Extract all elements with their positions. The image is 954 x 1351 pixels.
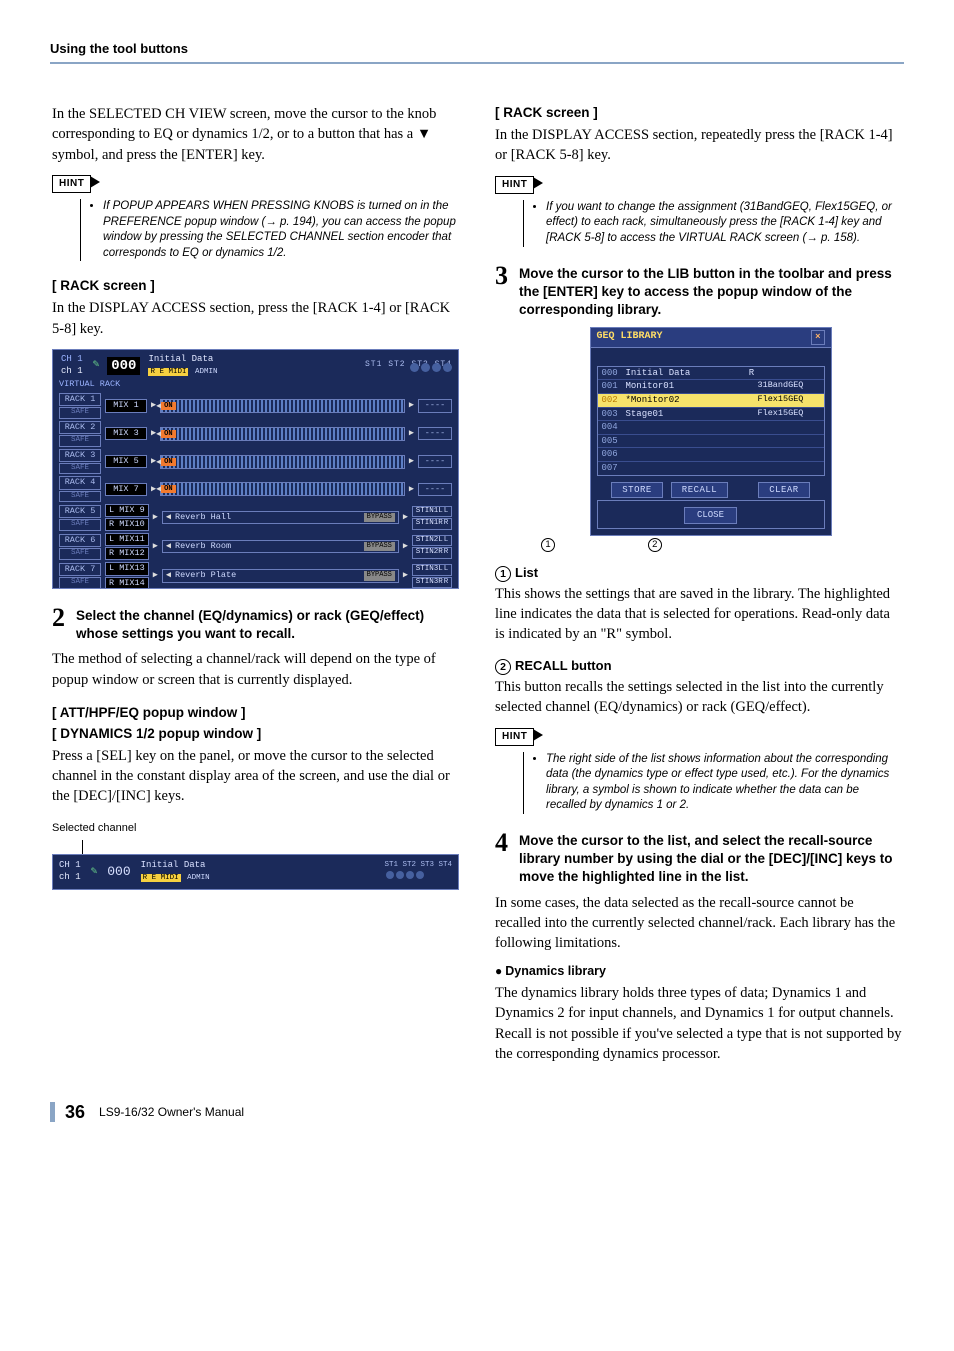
att-hpf-eq-heading: [ ATT/HPF/EQ popup window ] bbox=[52, 704, 459, 723]
geq-title-text: GEQ LIBRARY bbox=[597, 330, 663, 345]
recall-body: This button recalls the settings selecte… bbox=[495, 677, 902, 718]
header-bar-screenshot: CH 1 ch 1 ✎ 000 Initial Data R E MIDI AD… bbox=[52, 854, 459, 890]
sub-body-text: Press a [SEL] key on the panel, or move … bbox=[52, 746, 459, 807]
hint-item: If POPUP APPEARS WHEN PRESSING KNOBS is … bbox=[103, 199, 459, 261]
hint-item: If you want to change the assignment (31… bbox=[546, 200, 902, 247]
geq-library-wrapper: GEQ LIBRARY × 000Initial DataR 001Monito… bbox=[519, 327, 902, 552]
recall-button[interactable]: RECALL bbox=[671, 482, 728, 499]
hint-body: If POPUP APPEARS WHEN PRESSING KNOBS is … bbox=[80, 199, 459, 261]
circled-1-icon: 1 bbox=[495, 566, 511, 582]
step-text: Move the cursor to the list, and select … bbox=[519, 830, 902, 887]
hint-box-left: HINT If POPUP APPEARS WHEN PRESSING KNOB… bbox=[52, 175, 459, 261]
pencil-icon: ✎ bbox=[91, 865, 98, 879]
step-4: 4 Move the cursor to the list, and selec… bbox=[495, 830, 902, 887]
hint-label: HINT bbox=[495, 728, 534, 746]
list-body: This shows the settings that are saved i… bbox=[495, 584, 902, 645]
manual-title: LS9-16/32 Owner's Manual bbox=[99, 1104, 244, 1121]
page-section-header: Using the tool buttons bbox=[50, 40, 904, 64]
rack-tabs: VIRTUAL RACK bbox=[59, 379, 452, 390]
scene-number: 000 bbox=[107, 864, 130, 881]
page-number: 36 bbox=[65, 1100, 85, 1125]
selected-channel-caption: Selected channel bbox=[52, 821, 459, 836]
rack-grid: RACK 1SAFEMIX 1▶◀ON▶---- RACK 2SAFEMIX 3… bbox=[59, 393, 452, 589]
hint-label: HINT bbox=[52, 175, 91, 193]
callout-1-icon: 1 bbox=[541, 538, 555, 552]
callout-row: 1 2 bbox=[519, 538, 902, 552]
channel-indicator: CH 1 ch 1 bbox=[59, 354, 85, 377]
step4-body: In some cases, the data selected as the … bbox=[495, 893, 902, 954]
store-button[interactable]: STORE bbox=[611, 482, 663, 499]
re-midi-indicator: R E MIDI bbox=[148, 368, 188, 376]
hint-label: HINT bbox=[495, 176, 534, 194]
rack-screen-heading-right: [ RACK screen ] bbox=[495, 104, 902, 123]
geq-list[interactable]: 000Initial DataR 001Monitor0131BandGEQ 0… bbox=[597, 366, 825, 476]
hint-body: If you want to change the assignment (31… bbox=[523, 200, 902, 247]
virtual-rack-screenshot: CH 1 ch 1 ✎ 000 Initial Data R E MIDI AD… bbox=[52, 349, 459, 589]
circled-2-icon: 2 bbox=[495, 659, 511, 675]
hint-box-right-2: HINT The right side of the list shows in… bbox=[495, 728, 902, 814]
hint-box-right-1: HINT If you want to change the assignmen… bbox=[495, 176, 902, 247]
step-text: Move the cursor to the LIB button in the… bbox=[519, 263, 902, 320]
two-column-layout: In the SELECTED CH VIEW screen, move the… bbox=[50, 104, 904, 1074]
left-intro-text: In the SELECTED CH VIEW screen, move the… bbox=[52, 104, 459, 165]
step-number: 4 bbox=[495, 830, 511, 887]
hint-item: The right side of the list shows informa… bbox=[546, 752, 902, 814]
rack-screen-heading-left: [ RACK screen ] bbox=[52, 277, 459, 296]
step-2: 2 Select the channel (EQ/dynamics) or ra… bbox=[52, 605, 459, 643]
step-number: 2 bbox=[52, 605, 68, 643]
hint-body: The right side of the list shows informa… bbox=[523, 752, 902, 814]
right-column: [ RACK screen ] In the DISPLAY ACCESS se… bbox=[493, 104, 904, 1074]
dynamics-heading: [ DYNAMICS 1/2 popup window ] bbox=[52, 725, 459, 744]
st-dots bbox=[408, 363, 452, 377]
left-column: In the SELECTED CH VIEW screen, move the… bbox=[50, 104, 461, 1074]
hint-arrow-icon bbox=[533, 729, 543, 741]
scene-number: 000 bbox=[107, 357, 140, 375]
hint-arrow-icon bbox=[533, 177, 543, 189]
list-heading: 1List bbox=[495, 564, 902, 582]
step-3: 3 Move the cursor to the LIB button in t… bbox=[495, 263, 902, 320]
clear-button[interactable]: CLEAR bbox=[758, 482, 810, 499]
bullet-icon: ● bbox=[495, 964, 502, 978]
admin-indicator: ADMIN bbox=[193, 368, 220, 376]
caption-leader-line bbox=[82, 840, 459, 854]
step-number: 3 bbox=[495, 263, 511, 320]
rack-screen-text-right: In the DISPLAY ACCESS section, repeatedl… bbox=[495, 125, 902, 166]
step-text: Select the channel (EQ/dynamics) or rack… bbox=[76, 605, 459, 643]
page-footer: 36 LS9-16/32 Owner's Manual bbox=[50, 1102, 904, 1122]
geq-library-screenshot: GEQ LIBRARY × 000Initial DataR 001Monito… bbox=[590, 327, 832, 536]
step2-body: The method of selecting a channel/rack w… bbox=[52, 649, 459, 690]
dynamics-library-body: The dynamics library holds three types o… bbox=[495, 983, 902, 1064]
channel-indicator-small: CH 1 ch 1 bbox=[59, 860, 81, 883]
rack-screen-text-left: In the DISPLAY ACCESS section, press the… bbox=[52, 298, 459, 339]
dynamics-library-heading: ●Dynamics library bbox=[495, 963, 902, 981]
hint-arrow-icon bbox=[90, 176, 100, 188]
pencil-icon: ✎ bbox=[93, 358, 100, 372]
close-button[interactable]: CLOSE bbox=[684, 507, 737, 524]
recall-heading: 2RECALL button bbox=[495, 657, 902, 675]
close-icon[interactable]: × bbox=[811, 330, 824, 345]
callout-2-icon: 2 bbox=[648, 538, 662, 552]
scene-name: Initial Data bbox=[148, 354, 213, 364]
